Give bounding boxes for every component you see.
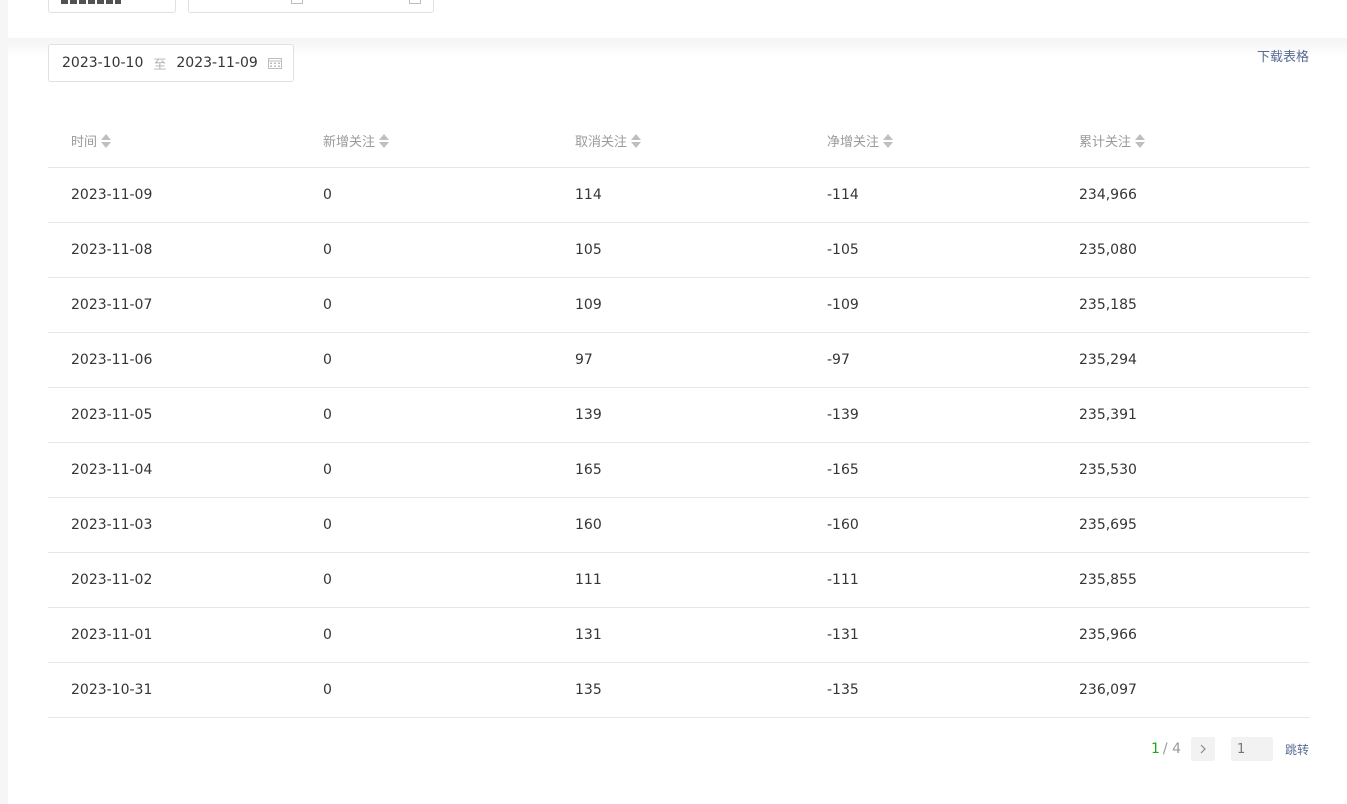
cell-unfollows: 131 [552,607,804,663]
cell-net-follows: -135 [804,662,1056,718]
date-separator: 至 [153,57,167,73]
chevron-right-icon [1200,744,1206,754]
table-row: 2023-11-04 0 165 -165 235,530 [48,442,1310,498]
cell-total-follows: 236,097 [1056,662,1310,718]
table-row: 2023-11-09 0 114 -114 234,966 [48,167,1310,223]
date-start: 2023-10-10 [62,55,144,71]
cell-total-follows: 235,080 [1056,222,1310,278]
cell-total-follows: 235,966 [1056,607,1310,663]
cell-new-follows: 0 [300,277,552,333]
column-header-time[interactable]: 时间 [48,114,300,168]
cell-unfollows: 105 [552,222,804,278]
cell-time: 2023-11-03 [48,497,300,553]
top-filter-bar [8,0,1347,38]
cell-net-follows: -114 [804,167,1056,223]
sort-icon[interactable] [883,133,894,148]
cell-new-follows: 0 [300,607,552,663]
cell-total-follows: 235,294 [1056,332,1310,388]
cell-net-follows: -105 [804,222,1056,278]
cell-unfollows: 109 [552,277,804,333]
cell-unfollows: 165 [552,442,804,498]
table-row: 2023-11-05 0 139 -139 235,391 [48,387,1310,443]
jump-button[interactable]: 跳转 [1285,741,1309,758]
page-number-input[interactable] [1230,737,1273,761]
cell-total-follows: 235,695 [1056,497,1310,553]
sort-icon[interactable] [1135,133,1146,148]
cell-time: 2023-11-04 [48,442,300,498]
table-row: 2023-11-02 0 111 -111 235,855 [48,552,1310,608]
cell-unfollows: 135 [552,662,804,718]
cell-new-follows: 0 [300,387,552,443]
top-select-dropdown[interactable] [48,0,176,13]
cell-time: 2023-10-31 [48,662,300,718]
calendar-icon [268,58,282,69]
column-header-net-follows[interactable]: 净增关注 [804,114,1056,168]
table-row: 2023-11-07 0 109 -109 235,185 [48,277,1310,333]
cell-new-follows: 0 [300,332,552,388]
table-row: 2023-10-31 0 135 -135 236,097 [48,662,1310,718]
cell-total-follows: 235,185 [1056,277,1310,333]
cell-time: 2023-11-07 [48,277,300,333]
cell-unfollows: 97 [552,332,804,388]
cell-unfollows: 160 [552,497,804,553]
cell-total-follows: 234,966 [1056,167,1310,223]
cell-net-follows: -160 [804,497,1056,553]
cell-new-follows: 0 [300,442,552,498]
cell-net-follows: -109 [804,277,1056,333]
cell-net-follows: -111 [804,552,1056,608]
calendar-icon [291,0,303,4]
date-end: 2023-11-09 [176,55,258,71]
table-row: 2023-11-03 0 160 -160 235,695 [48,497,1310,553]
table-row: 2023-11-06 0 97 -97 235,294 [48,332,1310,388]
sort-icon[interactable] [379,133,390,148]
cell-new-follows: 0 [300,497,552,553]
top-date-picker[interactable] [188,0,434,13]
cell-new-follows: 0 [300,167,552,223]
table-header-row: 时间 新增关注 取消关注 净增关注 累计关注 [48,114,1310,168]
cell-unfollows: 111 [552,552,804,608]
cell-time: 2023-11-06 [48,332,300,388]
current-page: 1 [1150,741,1160,757]
content-card: 2023-10-10 至 2023-11-09 下载表格 时间 新增关注 取消关… [8,0,1347,804]
cell-net-follows: -131 [804,607,1056,663]
cell-unfollows: 139 [552,387,804,443]
pagination: 1 / 4 跳转 [1151,737,1309,761]
cell-time: 2023-11-08 [48,222,300,278]
cell-time: 2023-11-09 [48,167,300,223]
column-header-new-follows[interactable]: 新增关注 [300,114,552,168]
sort-icon[interactable] [631,133,642,148]
cell-time: 2023-11-02 [48,552,300,608]
sort-icon[interactable] [101,133,112,148]
top-select-text-cut [61,0,121,4]
cell-total-follows: 235,855 [1056,552,1310,608]
cell-new-follows: 0 [300,552,552,608]
date-range-picker[interactable]: 2023-10-10 至 2023-11-09 [48,44,294,82]
cell-new-follows: 0 [300,222,552,278]
table-row: 2023-11-08 0 105 -105 235,080 [48,222,1310,278]
cell-time: 2023-11-01 [48,607,300,663]
cell-total-follows: 235,391 [1056,387,1310,443]
data-table: 时间 新增关注 取消关注 净增关注 累计关注 2023-11-09 0 114 -11… [48,114,1310,718]
column-header-unfollows[interactable]: 取消关注 [552,114,804,168]
cell-total-follows: 235,530 [1056,442,1310,498]
next-page-button[interactable] [1190,737,1215,761]
cell-net-follows: -139 [804,387,1056,443]
cell-new-follows: 0 [300,662,552,718]
table-row: 2023-11-01 0 131 -131 235,966 [48,607,1310,663]
cell-net-follows: -165 [804,442,1056,498]
calendar-icon [409,0,421,4]
cell-time: 2023-11-05 [48,387,300,443]
cell-net-follows: -97 [804,332,1056,388]
cell-unfollows: 114 [552,167,804,223]
download-table-link[interactable]: 下载表格 [1257,46,1309,65]
total-pages: / 4 [1162,741,1181,757]
column-header-total-follows[interactable]: 累计关注 [1056,114,1310,168]
